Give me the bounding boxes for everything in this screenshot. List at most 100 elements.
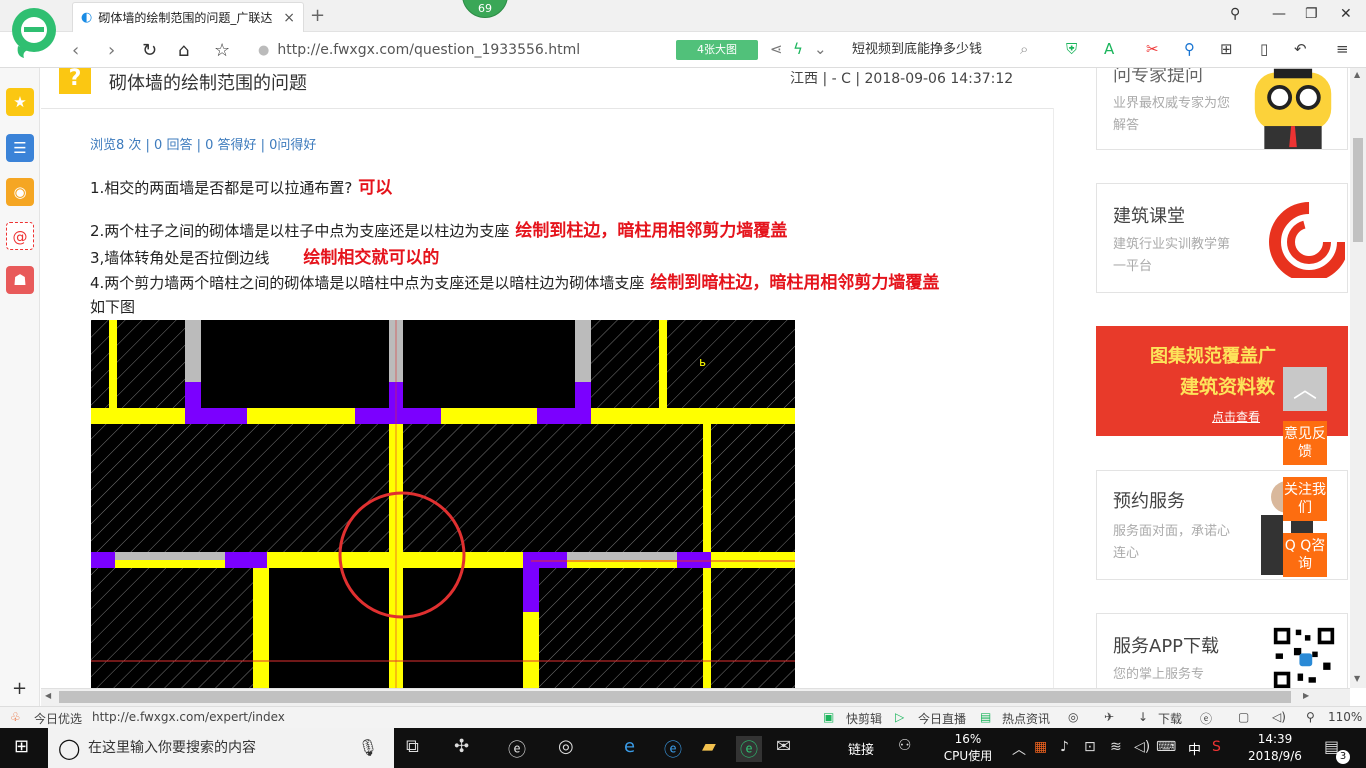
banner-text-1: 图集规范覆盖广 bbox=[1150, 346, 1276, 367]
ime-indicator[interactable]: 中 bbox=[1188, 739, 1201, 758]
people-icon[interactable]: ⚇ bbox=[898, 736, 911, 754]
volume-icon[interactable]: ◁) bbox=[1272, 710, 1286, 724]
taskbar-search-input[interactable]: ◯ 在这里输入你要搜索的内容 🎙 bbox=[48, 728, 394, 768]
windows-start-icon[interactable]: ⊞ bbox=[14, 736, 29, 757]
vertical-scroll-thumb[interactable] bbox=[1353, 138, 1363, 242]
back-icon[interactable]: ‹ bbox=[72, 40, 79, 61]
today-live-link[interactable]: 今日直播 bbox=[918, 710, 966, 727]
question-stats[interactable]: 浏览8 次 | 0 回答 | 0 答得好 | 0问得好 bbox=[90, 134, 316, 153]
home-icon[interactable]: ⌂ bbox=[178, 40, 189, 61]
gift-icon[interactable]: ♧ bbox=[10, 710, 21, 724]
new-tab-button[interactable]: + bbox=[310, 5, 325, 26]
magnifier-icon[interactable]: ⚲ bbox=[1184, 40, 1195, 58]
banner-link[interactable]: 点击查看 bbox=[1212, 408, 1260, 425]
live-icon[interactable]: ▷ bbox=[895, 710, 904, 724]
pin-icon[interactable]: ✈ bbox=[1104, 710, 1114, 724]
scroll-left-icon[interactable]: ◀ bbox=[45, 691, 51, 700]
spiral-app-icon[interactable]: ◎ bbox=[558, 736, 574, 757]
wifi-icon[interactable]: ≋ bbox=[1110, 739, 1122, 755]
news-icon[interactable]: ▤ bbox=[980, 710, 991, 724]
shirt-icon[interactable]: ⚲ bbox=[1230, 6, 1240, 22]
menu-icon[interactable]: ≡ bbox=[1336, 40, 1349, 58]
question-line-1: 1.相交的两面墙是否都是可以拉通布置? 可以 bbox=[90, 178, 393, 198]
tray-network-icon[interactable]: ⊡ bbox=[1084, 739, 1096, 755]
tab-favicon-icon: ◐ bbox=[81, 10, 93, 25]
browser-tab-active[interactable]: ◐ 砌体墙的绘制范围的问题_广联达 × bbox=[72, 2, 304, 32]
scissors-icon[interactable]: ✂ bbox=[1146, 40, 1159, 58]
card-heading: 服务APP下载 bbox=[1113, 636, 1220, 657]
scroll-right-icon[interactable]: ▶ bbox=[1303, 691, 1309, 700]
scroll-up-icon[interactable]: ▲ bbox=[1354, 70, 1360, 79]
translate-icon[interactable]: A bbox=[1104, 40, 1114, 58]
edge-blue-icon[interactable]: e bbox=[624, 736, 635, 757]
forward-icon[interactable]: › bbox=[108, 40, 115, 61]
share-icon[interactable]: ⋖ bbox=[770, 40, 783, 58]
feedback-button[interactable]: 意见反馈 bbox=[1283, 421, 1327, 465]
tab-close-icon[interactable]: × bbox=[283, 10, 295, 26]
sogou-icon[interactable]: S bbox=[1212, 739, 1221, 755]
vertical-scrollbar[interactable]: ▲ ▼ bbox=[1350, 68, 1366, 688]
url-text[interactable]: http://e.fwxgx.com/question_1933556.html bbox=[277, 42, 580, 58]
reading-list-icon[interactable]: ☰ bbox=[6, 134, 34, 162]
quick-edit-link[interactable]: 快剪辑 bbox=[846, 710, 882, 727]
tray-app-icon[interactable]: ▦ bbox=[1034, 739, 1047, 755]
ie-mode-icon[interactable]: ⓔ bbox=[1200, 710, 1212, 727]
fan-app-icon[interactable]: ✣ bbox=[454, 736, 469, 757]
minimize-icon[interactable]: — bbox=[1272, 6, 1286, 22]
mail-icon[interactable]: ✉ bbox=[776, 736, 791, 757]
ie-icon[interactable]: ⓔ bbox=[664, 736, 682, 762]
zoom-level[interactable]: 110% bbox=[1328, 710, 1362, 724]
link-label[interactable]: 链接 bbox=[848, 739, 874, 758]
browser-taskbar-icon[interactable]: ⓔ bbox=[736, 736, 762, 762]
browser-logo-icon[interactable] bbox=[10, 6, 58, 60]
chevron-down-icon[interactable]: ⌄ bbox=[814, 40, 827, 58]
refresh-icon[interactable]: ↻ bbox=[142, 40, 157, 61]
file-explorer-icon[interactable]: ▰ bbox=[702, 736, 716, 757]
search-icon[interactable]: ⌕ bbox=[1020, 40, 1028, 58]
history-icon[interactable]: ◎ bbox=[1068, 710, 1078, 724]
cpu-usage: 16% CPU使用 bbox=[943, 732, 993, 763]
download-icon[interactable]: ↓ bbox=[1138, 710, 1148, 724]
window-icon[interactable]: ▢ bbox=[1238, 710, 1249, 724]
task-view-icon[interactable]: ⧉ bbox=[406, 736, 419, 757]
keyboard-icon[interactable]: ⌨ bbox=[1156, 739, 1176, 755]
weibo-icon[interactable]: ◉ bbox=[6, 178, 34, 206]
tray-up-icon[interactable]: ︿ bbox=[1012, 739, 1026, 759]
edge-icon[interactable]: ⓔ bbox=[508, 736, 526, 762]
horizontal-scrollbar[interactable]: ◀ ▶ bbox=[41, 688, 1350, 706]
download-link[interactable]: 下载 bbox=[1158, 710, 1182, 727]
question-title: 砌体墙的绘制范围的问题 bbox=[109, 73, 307, 94]
shield-icon[interactable]: ⛨ bbox=[1066, 40, 1077, 58]
close-window-icon[interactable]: ✕ bbox=[1340, 6, 1352, 22]
favorites-star-icon[interactable]: ★ bbox=[6, 88, 34, 116]
card-subtext: 建筑行业实训教学第一平台 bbox=[1113, 237, 1231, 274]
building-class-card[interactable]: 建筑课堂 建筑行业实训教学第一平台 bbox=[1096, 183, 1348, 293]
hot-news-link[interactable]: 热点资讯 bbox=[1002, 710, 1050, 727]
follow-us-button[interactable]: 关注我们 bbox=[1283, 477, 1327, 521]
email-icon[interactable]: @ bbox=[6, 222, 34, 250]
app-download-card[interactable]: 服务APP下载 您的掌上服务专 bbox=[1096, 613, 1348, 688]
tablet-icon[interactable]: ▯ bbox=[1260, 40, 1268, 58]
back-to-top-button[interactable]: ︿ bbox=[1283, 367, 1327, 411]
add-sidebar-icon[interactable]: + bbox=[12, 678, 27, 699]
undo-icon[interactable]: ↶ bbox=[1294, 40, 1307, 58]
today-picks-link[interactable]: 今日优选 bbox=[34, 710, 82, 727]
apps-grid-icon[interactable]: ⊞ bbox=[1220, 40, 1233, 58]
scroll-down-icon[interactable]: ▼ bbox=[1354, 674, 1360, 683]
big-image-button[interactable]: 4张大图 bbox=[676, 40, 758, 60]
favorite-star-icon[interactable]: ☆ bbox=[214, 40, 230, 61]
zoom-icon[interactable]: ⚲ bbox=[1306, 710, 1315, 724]
video-edit-icon[interactable]: ▣ bbox=[823, 710, 834, 724]
game-icon[interactable]: ☗ bbox=[6, 266, 34, 294]
expert-card[interactable]: 问专家提问 业界最权威专家为您解答 bbox=[1096, 68, 1348, 150]
lightning-icon[interactable]: ϟ bbox=[793, 40, 803, 58]
search-input[interactable]: 短视频到底能挣多少钱 bbox=[846, 37, 1046, 63]
horizontal-scroll-thumb[interactable] bbox=[59, 691, 1291, 703]
notification-badge[interactable]: 69 bbox=[462, 0, 508, 18]
tray-bell-icon[interactable]: ♪ bbox=[1060, 739, 1069, 755]
microphone-icon[interactable]: 🎙 bbox=[358, 728, 378, 768]
taskbar-clock[interactable]: 14:39 2018/9/6 bbox=[1244, 731, 1306, 765]
qq-consult-button[interactable]: Q Q咨询 bbox=[1283, 533, 1327, 577]
maximize-icon[interactable]: ❐ bbox=[1305, 6, 1318, 22]
volume-tray-icon[interactable]: ◁) bbox=[1134, 739, 1150, 755]
